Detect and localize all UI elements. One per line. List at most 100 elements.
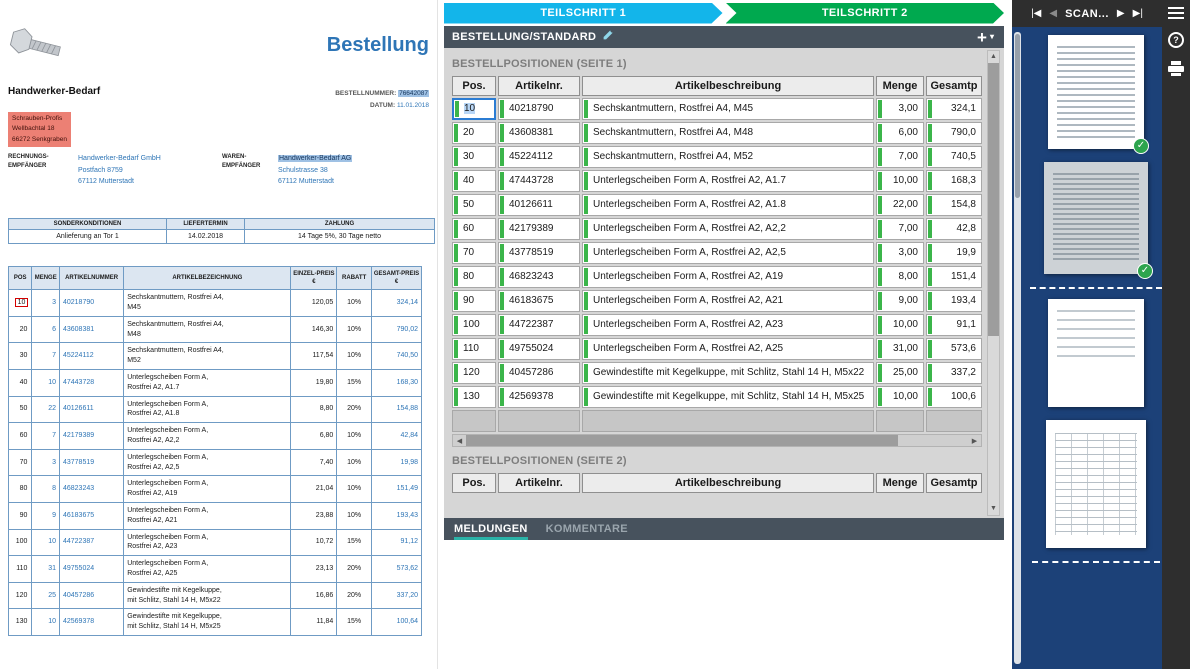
pos-field[interactable]: 130 [452, 386, 496, 408]
scan-thumbnail[interactable] [1048, 299, 1144, 407]
artikelbeschreibung-field[interactable]: Unterlegscheiben Form A, Rostfrei A2, A2… [582, 338, 874, 360]
pos-field[interactable]: 70 [452, 242, 496, 264]
scroll-left-icon[interactable]: ◀ [453, 435, 466, 446]
vertical-scrollbar[interactable]: ▲ ▼ [987, 50, 1000, 516]
empty-artikelnr-field[interactable] [498, 410, 580, 432]
artikelnr-field[interactable]: 44722387 [498, 314, 580, 336]
thumbnail-scroll-thumb[interactable] [1015, 34, 1020, 198]
pos-field[interactable]: 110 [452, 338, 496, 360]
artikelbeschreibung-field[interactable]: Unterlegscheiben Form A, Rostfrei A2, A1… [582, 194, 874, 216]
menge-field[interactable]: 25,00 [876, 362, 924, 384]
menge-field[interactable]: 10,00 [876, 386, 924, 408]
wizard-step-1[interactable]: TEILSCHRITT 1 [444, 3, 723, 24]
document-viewer[interactable]: Bestellung Handwerker-Bedarf BESTELLNUMM… [0, 0, 438, 669]
scan-thumbnail[interactable]: ✓ [1048, 35, 1144, 149]
scan-thumbnail[interactable] [1046, 420, 1146, 563]
pos-field[interactable]: 100 [452, 314, 496, 336]
menge-field[interactable]: 7,00 [876, 218, 924, 240]
gesamtpreis-field[interactable]: 193,4 [926, 290, 982, 312]
menge-field[interactable]: 7,00 [876, 146, 924, 168]
artikelbeschreibung-field[interactable]: Gewindestifte mit Kegelkuppe, mit Schlit… [582, 362, 874, 384]
print-button[interactable] [1168, 61, 1184, 76]
gesamtpreis-field[interactable]: 91,1 [926, 314, 982, 336]
edit-icon[interactable] [602, 28, 615, 46]
thumbnail-scrollbar[interactable] [1014, 32, 1021, 664]
thumbnail-page[interactable]: ✓ [1044, 162, 1148, 274]
empty-beschreibung-field[interactable] [582, 410, 874, 432]
artikelnr-field[interactable]: 46823243 [498, 266, 580, 288]
pos-field[interactable]: 30 [452, 146, 496, 168]
gesamtpreis-field[interactable]: 740,5 [926, 146, 982, 168]
artikelnr-field[interactable]: 40218790 [498, 98, 580, 120]
artikelnr-field[interactable]: 45224112 [498, 146, 580, 168]
scroll-down-icon[interactable]: ▼ [988, 503, 999, 515]
artikelbeschreibung-field[interactable]: Unterlegscheiben Form A, Rostfrei A2, A2… [582, 290, 874, 312]
hscroll-track[interactable] [466, 435, 968, 446]
artikelbeschreibung-field[interactable]: Unterlegscheiben Form A, Rostfrei A2, A2… [582, 314, 874, 336]
tab[interactable]: KOMMENTARE [546, 520, 628, 540]
artikelbeschreibung-field[interactable]: Sechskantmuttern, Rostfrei A4, M48 [582, 122, 874, 144]
pos-field[interactable]: 120 [452, 362, 496, 384]
gesamtpreis-field[interactable]: 154,8 [926, 194, 982, 216]
gesamtpreis-field[interactable]: 324,1 [926, 98, 982, 120]
pos-field[interactable]: 40 [452, 170, 496, 192]
artikelnr-field[interactable]: 43608381 [498, 122, 580, 144]
artikelbeschreibung-field[interactable]: Sechskantmuttern, Rostfrei A4, M45 [582, 98, 874, 120]
menge-field[interactable]: 10,00 [876, 170, 924, 192]
menge-field[interactable]: 9,00 [876, 290, 924, 312]
empty-pos-field[interactable] [452, 410, 496, 432]
help-button[interactable]: ? [1168, 32, 1184, 48]
wizard-step-2[interactable]: TEILSCHRITT 2 [726, 3, 1005, 24]
artikelnr-field[interactable]: 46183675 [498, 290, 580, 312]
gesamtpreis-field[interactable]: 790,0 [926, 122, 982, 144]
menge-field[interactable]: 31,00 [876, 338, 924, 360]
add-position-button[interactable]: +▾ [977, 29, 994, 46]
artikelnr-field[interactable]: 49755024 [498, 338, 580, 360]
artikelnr-field[interactable]: 43778519 [498, 242, 580, 264]
previous-page-button[interactable]: ◀ [1049, 8, 1057, 19]
artikelbeschreibung-field[interactable]: Unterlegscheiben Form A, Rostfrei A2, A2… [582, 242, 874, 264]
pos-field[interactable]: 80 [452, 266, 496, 288]
artikelbeschreibung-field[interactable]: Sechskantmuttern, Rostfrei A4, M52 [582, 146, 874, 168]
first-page-button[interactable]: |◀ [1031, 8, 1041, 19]
gesamtpreis-field[interactable]: 337,2 [926, 362, 982, 384]
pos-field[interactable]: 20 [452, 122, 496, 144]
pos-field[interactable]: 50 [452, 194, 496, 216]
thumbnail-page[interactable]: ✓ [1048, 35, 1144, 149]
horizontal-scrollbar[interactable]: ◀ ▶ [452, 434, 982, 447]
menge-field[interactable]: 3,00 [876, 242, 924, 264]
gesamtpreis-field[interactable]: 100,6 [926, 386, 982, 408]
artikelbeschreibung-field[interactable]: Unterlegscheiben Form A, Rostfrei A2, A2… [582, 218, 874, 240]
vscroll-thumb[interactable] [988, 63, 999, 336]
next-page-button[interactable]: ▶ [1117, 8, 1125, 19]
thumbnail-page[interactable] [1046, 420, 1146, 548]
vscroll-track[interactable] [988, 63, 999, 503]
menu-button[interactable] [1168, 7, 1184, 19]
scroll-up-icon[interactable]: ▲ [988, 51, 999, 63]
tab[interactable]: MELDUNGEN [454, 520, 528, 540]
empty-gesamtpreis-field[interactable] [926, 410, 982, 432]
menge-field[interactable]: 6,00 [876, 122, 924, 144]
gesamtpreis-field[interactable]: 19,9 [926, 242, 982, 264]
gesamtpreis-field[interactable]: 573,6 [926, 338, 982, 360]
menge-field[interactable]: 3,00 [876, 98, 924, 120]
artikelnr-field[interactable]: 42179389 [498, 218, 580, 240]
artikelnr-field[interactable]: 42569378 [498, 386, 580, 408]
gesamtpreis-field[interactable]: 168,3 [926, 170, 982, 192]
pos-field[interactable]: 10 [452, 98, 496, 120]
last-page-button[interactable]: ▶| [1133, 8, 1143, 19]
menge-field[interactable]: 22,00 [876, 194, 924, 216]
thumbnail-page[interactable] [1048, 299, 1144, 407]
pos-field[interactable]: 90 [452, 290, 496, 312]
scan-thumbnail[interactable]: ✓ [1044, 162, 1148, 289]
menge-field[interactable]: 8,00 [876, 266, 924, 288]
pos-field[interactable]: 60 [452, 218, 496, 240]
artikelnr-field[interactable]: 40126611 [498, 194, 580, 216]
hscroll-thumb[interactable] [466, 435, 898, 446]
empty-menge-field[interactable] [876, 410, 924, 432]
menge-field[interactable]: 10,00 [876, 314, 924, 336]
scroll-right-icon[interactable]: ▶ [968, 435, 981, 446]
artikelnr-field[interactable]: 40457286 [498, 362, 580, 384]
artikelnr-field[interactable]: 47443728 [498, 170, 580, 192]
gesamtpreis-field[interactable]: 151,4 [926, 266, 982, 288]
